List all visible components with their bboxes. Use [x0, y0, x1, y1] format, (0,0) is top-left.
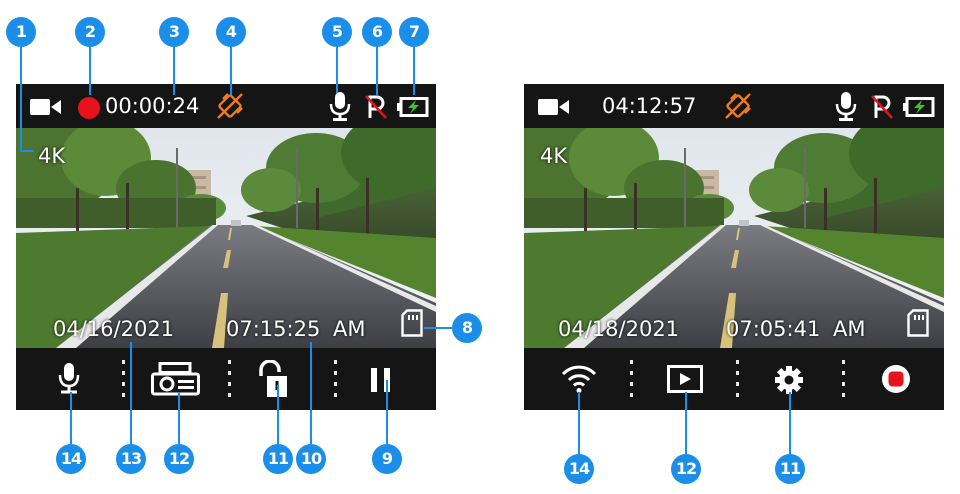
callout-5: 5	[322, 17, 352, 47]
toolbar-divider	[630, 360, 633, 400]
parking-off-icon	[871, 95, 893, 119]
callout-leader	[70, 392, 72, 444]
callout-leader	[685, 392, 687, 454]
callout-leader	[89, 47, 91, 95]
sd-card-icon	[907, 309, 929, 337]
callout-leader	[230, 47, 232, 95]
camera-switch-icon[interactable]	[151, 362, 201, 396]
callout-10: 10	[296, 444, 326, 474]
right-screen: 04:12:57 4K 04/18/2021 07:05:41 AM	[524, 84, 944, 410]
callout-leader	[20, 47, 22, 151]
bottom-toolbar	[16, 348, 436, 410]
callout-6: 6	[362, 17, 392, 47]
video-camera-icon	[538, 99, 569, 115]
resolution-label: 4K	[38, 144, 66, 168]
time-label: 07:15:25	[226, 317, 321, 341]
gps-off-icon	[217, 93, 243, 119]
date-label: 04/16/2021	[53, 317, 175, 341]
microphone-icon[interactable]	[58, 363, 80, 395]
status-bar: 04:12:57	[524, 84, 944, 128]
callout-2: 2	[75, 17, 105, 47]
microphone-icon	[329, 92, 351, 121]
ampm-label: AM	[833, 317, 866, 341]
callout-1: 1	[6, 17, 36, 47]
callout-leader	[310, 342, 312, 444]
callout-9: 9	[372, 444, 402, 474]
resolution-label: 4K	[540, 144, 568, 168]
road-view	[16, 128, 436, 348]
unlock-icon[interactable]	[258, 360, 288, 398]
sd-card-icon	[401, 309, 423, 337]
callout-3: 3	[159, 17, 189, 47]
callout-13: 13	[116, 444, 146, 474]
battery-charging-icon	[397, 97, 429, 117]
bottom-toolbar	[524, 348, 944, 410]
microphone-icon	[835, 92, 857, 121]
callout-4: 4	[216, 17, 246, 47]
time-label: 07:05:41	[726, 317, 821, 341]
callout-7: 7	[399, 17, 429, 47]
callout-11-right: 11	[775, 454, 805, 484]
callout-leader	[424, 327, 454, 329]
callout-leader	[20, 150, 34, 152]
wifi-icon[interactable]	[561, 364, 597, 394]
parking-off-icon	[365, 95, 387, 119]
toolbar-divider	[334, 360, 337, 400]
toolbar-divider	[842, 360, 845, 400]
callout-8: 8	[452, 313, 482, 343]
record-dot-icon	[78, 97, 100, 119]
record-button-icon[interactable]	[882, 365, 910, 393]
callout-14-right: 14	[564, 454, 594, 484]
video-camera-icon	[30, 99, 61, 115]
callout-leader	[376, 47, 378, 95]
callout-leader	[178, 392, 180, 444]
callout-leader	[336, 47, 338, 93]
callout-leader	[386, 380, 388, 444]
settings-gear-icon[interactable]	[774, 365, 804, 395]
callout-14: 14	[56, 444, 86, 474]
pause-icon[interactable]	[371, 368, 391, 392]
status-bar: 00:00:24	[16, 84, 436, 128]
road-view	[524, 128, 944, 348]
clock-time: 04:12:57	[602, 94, 697, 118]
toolbar-divider	[228, 360, 231, 400]
callout-leader	[277, 385, 279, 444]
camera-feed	[524, 128, 944, 348]
callout-leader	[578, 392, 580, 454]
callout-leader	[413, 47, 415, 95]
ampm-label: AM	[333, 317, 366, 341]
camera-feed	[16, 128, 436, 348]
callout-leader	[789, 392, 791, 454]
callout-12: 12	[164, 444, 194, 474]
record-time: 00:00:24	[105, 94, 200, 118]
callout-12-right: 12	[671, 454, 701, 484]
battery-charging-icon	[903, 97, 935, 117]
gps-off-icon	[725, 93, 751, 119]
toolbar-divider	[122, 360, 125, 400]
toolbar-divider	[736, 360, 739, 400]
playback-icon[interactable]	[667, 365, 703, 393]
callout-11: 11	[263, 444, 293, 474]
callout-leader	[173, 47, 175, 95]
date-label: 04/18/2021	[558, 317, 680, 341]
callout-leader	[130, 342, 132, 444]
left-screen: 00:00:24 4K 04/16/2021 07:15:25 AM	[16, 84, 436, 410]
